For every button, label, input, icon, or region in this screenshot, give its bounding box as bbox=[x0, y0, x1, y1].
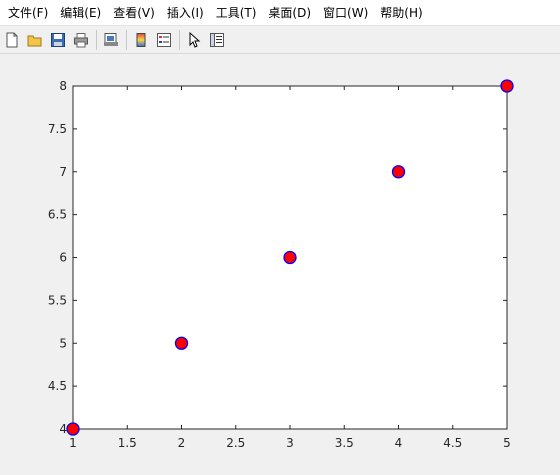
x-tick-label: 4.5 bbox=[443, 436, 462, 450]
toolbar-separator bbox=[96, 30, 97, 50]
y-tick-label: 4.5 bbox=[48, 379, 67, 393]
menu-help[interactable]: 帮助(H) bbox=[374, 0, 428, 26]
x-tick-label: 1.5 bbox=[118, 436, 137, 450]
scatter-plot[interactable]: 1 1.5 2 2.5 3 3.5 4 4.5 5 4 4.5 5 5.5 6 6.5 7 7.5 8 bbox=[0, 55, 560, 475]
save-icon[interactable] bbox=[48, 30, 68, 50]
menu-bar: 文件(F) 编辑(E) 查看(V) 插入(I) 工具(T) 桌面(D) 窗口(W… bbox=[0, 0, 560, 26]
x-tick-label: 5 bbox=[503, 436, 511, 450]
open-folder-icon[interactable] bbox=[25, 30, 45, 50]
x-tick-label: 2 bbox=[178, 436, 186, 450]
y-tick-label: 5 bbox=[59, 336, 67, 350]
y-tick-label: 6.5 bbox=[48, 208, 67, 222]
menu-desktop[interactable]: 桌面(D) bbox=[262, 0, 317, 26]
y-tick-label: 4 bbox=[59, 422, 67, 436]
scatter-point[interactable] bbox=[391, 165, 406, 179]
menu-file[interactable]: 文件(F) bbox=[2, 0, 54, 26]
menu-view[interactable]: 查看(V) bbox=[107, 0, 161, 26]
x-tick-label: 3.5 bbox=[335, 436, 354, 450]
y-tick-label: 8 bbox=[59, 79, 67, 93]
print-icon[interactable] bbox=[71, 30, 91, 50]
scatter-point[interactable] bbox=[174, 336, 189, 350]
menu-tools[interactable]: 工具(T) bbox=[210, 0, 263, 26]
legend-icon[interactable] bbox=[154, 30, 174, 50]
scatter-point[interactable] bbox=[500, 79, 514, 93]
new-file-icon[interactable] bbox=[2, 30, 22, 50]
select-pointer-icon[interactable] bbox=[184, 30, 204, 50]
menu-edit[interactable]: 编辑(E) bbox=[54, 0, 107, 26]
y-tick-label: 7 bbox=[59, 165, 67, 179]
menu-insert[interactable]: 插入(I) bbox=[161, 0, 210, 26]
toolbar-separator bbox=[126, 30, 127, 50]
figure-area: 1 1.5 2 2.5 3 3.5 4 4.5 5 4 4.5 5 5.5 6 6.5 7 7.5 8 bbox=[0, 55, 560, 475]
property-editor-icon[interactable] bbox=[207, 30, 227, 50]
x-tick-label: 3 bbox=[286, 436, 294, 450]
x-tick-label: 1 bbox=[69, 436, 77, 450]
menu-window[interactable]: 窗口(W) bbox=[317, 0, 374, 26]
scatter-point[interactable] bbox=[283, 250, 297, 265]
x-tick-label: 2.5 bbox=[226, 436, 245, 450]
toolbar-separator bbox=[179, 30, 180, 50]
y-tick-label: 6 bbox=[59, 251, 67, 265]
x-tick-label: 4 bbox=[395, 436, 403, 450]
print-preview-icon[interactable] bbox=[101, 30, 121, 50]
y-tick-label: 5.5 bbox=[48, 293, 67, 307]
colorbar-icon[interactable] bbox=[131, 30, 151, 50]
scatter-point[interactable] bbox=[66, 422, 80, 436]
y-tick-label: 7.5 bbox=[48, 122, 67, 136]
figure-toolbar bbox=[0, 27, 560, 54]
